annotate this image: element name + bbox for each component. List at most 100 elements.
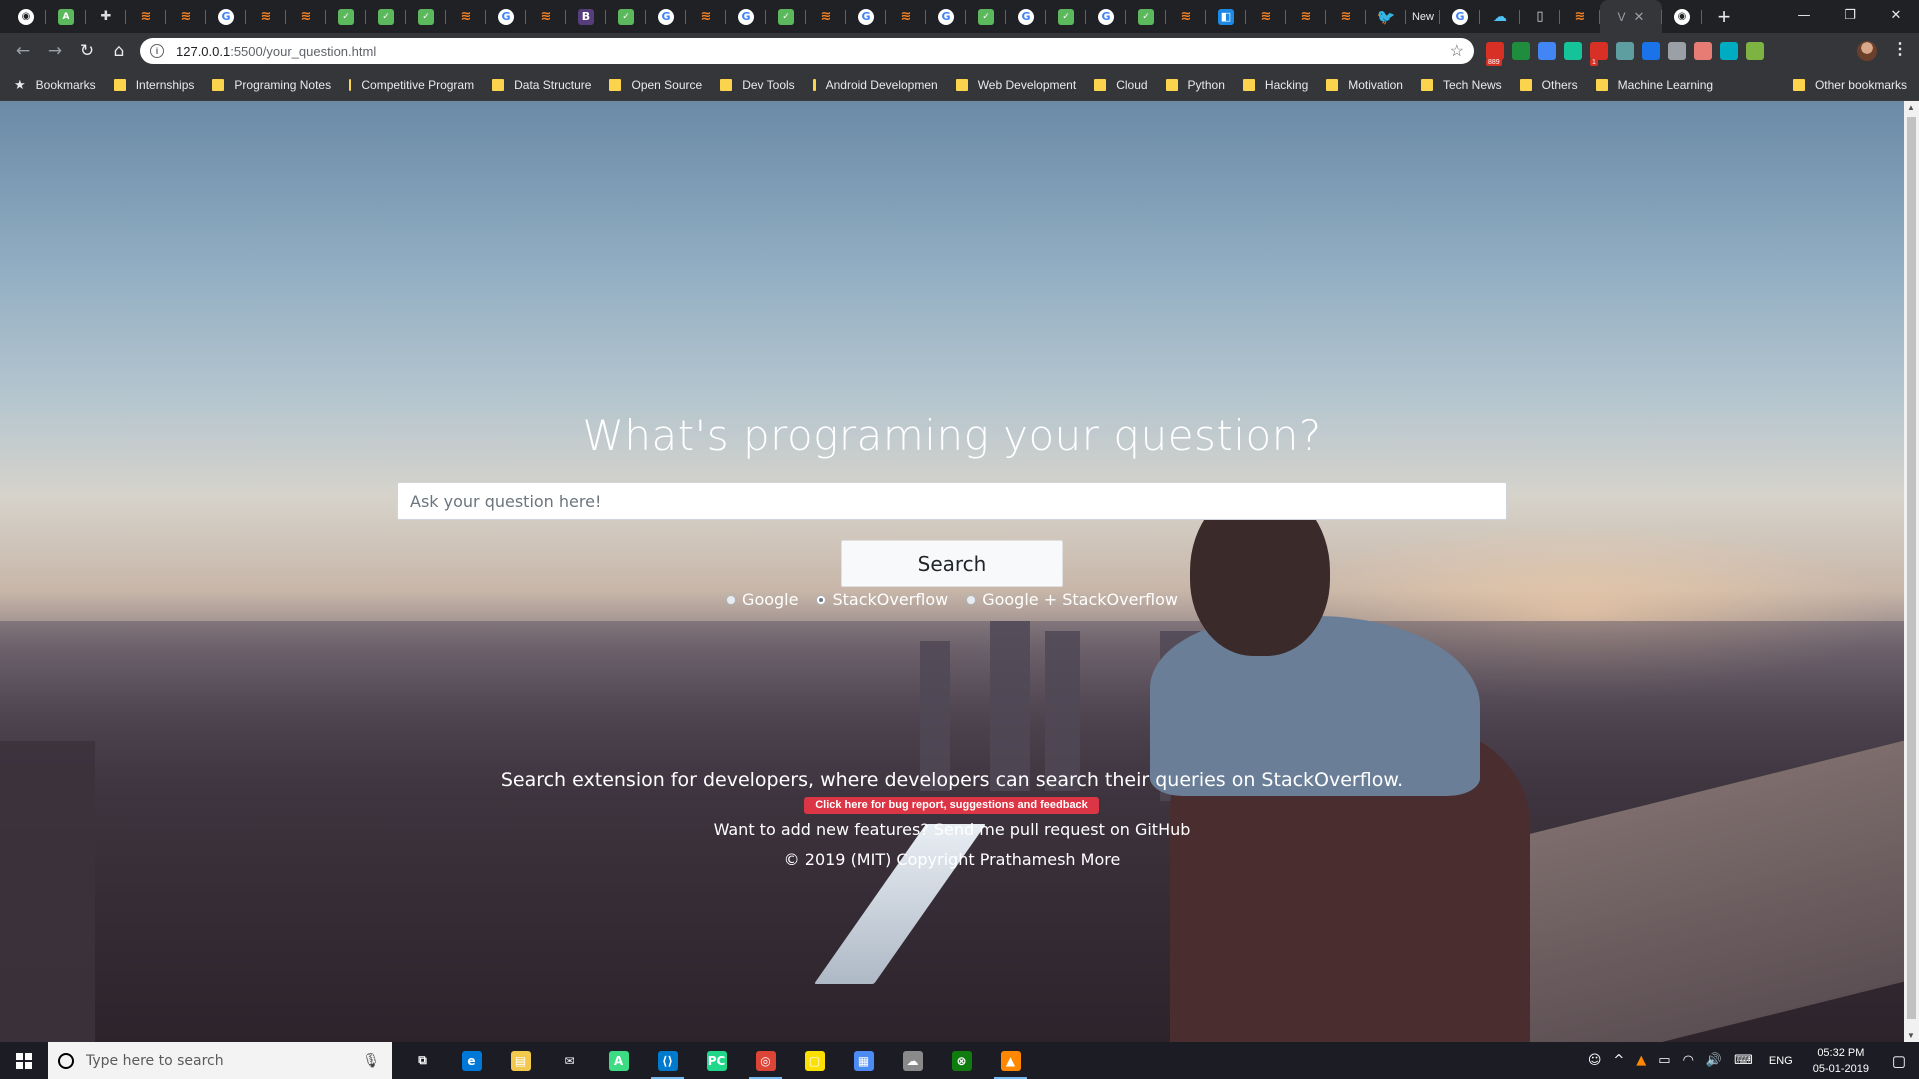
restore-button[interactable]: ❐	[1827, 0, 1873, 30]
taskbar-app[interactable]: PC	[692, 1042, 741, 1079]
address-bar[interactable]: i 127.0.0.1:5500/your_question.html ☆	[140, 38, 1474, 64]
leaf-extension-icon[interactable]	[1746, 42, 1764, 60]
taskbar-app[interactable]: ▦	[839, 1042, 888, 1079]
taskbar-search[interactable]: Type here to search 🎙	[48, 1042, 392, 1079]
browser-tab[interactable]: ✓	[406, 0, 446, 33]
radio-button[interactable]	[966, 594, 977, 605]
browser-tab[interactable]: ✓	[366, 0, 406, 33]
translate-icon[interactable]	[1538, 42, 1556, 60]
browser-tab[interactable]: ◧	[1206, 0, 1246, 33]
taskbar-app[interactable]: e	[447, 1042, 496, 1079]
browser-tab[interactable]: G	[926, 0, 966, 33]
profile-avatar[interactable]	[1857, 41, 1877, 61]
browser-tab[interactable]: 🐦	[1366, 0, 1406, 33]
browser-tab[interactable]: ≋	[886, 0, 926, 33]
volume-icon[interactable]: 🔊	[1706, 1053, 1722, 1068]
page-scrollbar[interactable]: ▲ ▼	[1904, 101, 1919, 1042]
taskbar-app[interactable]: ⟨⟩	[643, 1042, 692, 1079]
bookmark-folder[interactable]: Tech News	[1420, 78, 1502, 92]
taskbar-app[interactable]: ☁	[888, 1042, 937, 1079]
vlc-tray-icon[interactable]: ▲	[1636, 1053, 1646, 1068]
browser-tab[interactable]: ✓	[766, 0, 806, 33]
search-option[interactable]: StackOverflow	[816, 590, 948, 609]
m-extension-icon[interactable]	[1720, 42, 1738, 60]
taskbar-app[interactable]: ▲	[986, 1042, 1035, 1079]
people-icon[interactable]: ☺	[1588, 1053, 1602, 1068]
start-button[interactable]	[0, 1042, 48, 1079]
contribute-text[interactable]: Want to add new features? Send me pull r…	[0, 820, 1904, 839]
bookmark-folder[interactable]: Data Structure	[492, 78, 591, 92]
browser-tab[interactable]: ≋	[1246, 0, 1286, 33]
browser-tab[interactable]: ≋	[1560, 0, 1600, 33]
language-indicator[interactable]: ENG	[1769, 1055, 1793, 1067]
forward-button[interactable]: →	[40, 36, 70, 66]
mic-extension-icon[interactable]	[1694, 42, 1712, 60]
minimize-button[interactable]: —	[1781, 0, 1827, 30]
taskbar-app[interactable]: ⧉	[398, 1042, 447, 1079]
browser-tab[interactable]: G	[726, 0, 766, 33]
bookmark-folder[interactable]: Machine Learning	[1595, 78, 1713, 92]
browser-tab[interactable]: A	[46, 0, 86, 33]
browser-tab[interactable]: ◉	[6, 0, 46, 33]
bookmark-folder[interactable]: Open Source	[609, 78, 702, 92]
browser-tab[interactable]: ✚	[86, 0, 126, 33]
browser-tab[interactable]: ✓	[1126, 0, 1166, 33]
browser-tab[interactable]: ✓	[326, 0, 366, 33]
browser-tab[interactable]: ✓	[1046, 0, 1086, 33]
browser-tab-active[interactable]: V ✕	[1600, 0, 1662, 33]
taskbar-app[interactable]: ⊗	[937, 1042, 986, 1079]
taskbar-app[interactable]: ▤	[496, 1042, 545, 1079]
bookmark-folder[interactable]: Motivation	[1326, 78, 1403, 92]
site-info-icon[interactable]: i	[150, 44, 164, 58]
radio-button[interactable]	[726, 594, 737, 605]
bookmark-folder[interactable]: Competitive Program	[349, 78, 474, 92]
browser-tab[interactable]: G	[1440, 0, 1480, 33]
taskbar-app[interactable]: ◎	[741, 1042, 790, 1079]
cloud-extension-icon[interactable]	[1668, 42, 1686, 60]
clock[interactable]: 05:32 PM 05-01-2019	[1813, 1045, 1869, 1077]
close-tab-icon[interactable]: ✕	[1634, 9, 1645, 25]
notification-icon[interactable]: ▢	[1879, 1042, 1919, 1079]
browser-tab[interactable]: G	[646, 0, 686, 33]
extension-icon[interactable]	[1616, 42, 1634, 60]
browser-tab[interactable]: ≋	[1326, 0, 1366, 33]
browser-tab[interactable]: ◉	[1662, 0, 1702, 33]
browser-tab[interactable]: ≋	[246, 0, 286, 33]
browser-tab[interactable]: ≋	[1286, 0, 1326, 33]
browser-tab[interactable]: G	[206, 0, 246, 33]
browser-tab[interactable]: G	[1086, 0, 1126, 33]
taskbar-app[interactable]: A	[594, 1042, 643, 1079]
browser-tab[interactable]: ≋	[286, 0, 326, 33]
window-extension-icon[interactable]	[1642, 42, 1660, 60]
calendar-extension-icon[interactable]: 1	[1590, 42, 1608, 66]
show-hidden-icons-icon[interactable]: ^	[1613, 1053, 1624, 1068]
browser-tab[interactable]: ▯	[1520, 0, 1560, 33]
bookmark-folder[interactable]: Dev Tools	[720, 78, 795, 92]
bookmarks-button[interactable]: ★ Bookmarks	[14, 77, 96, 93]
browser-tab[interactable]: ✓	[606, 0, 646, 33]
new-tab-button[interactable]: +	[1710, 3, 1738, 31]
bookmark-folder[interactable]: Others	[1519, 78, 1578, 92]
bookmark-folder[interactable]: Web Development	[955, 78, 1076, 92]
taskbar-app[interactable]: ✉	[545, 1042, 594, 1079]
browser-tab[interactable]: ≋	[526, 0, 566, 33]
close-window-button[interactable]: ✕	[1873, 0, 1919, 30]
grammarly-icon[interactable]	[1564, 42, 1582, 60]
bookmark-folder[interactable]: Hacking	[1242, 78, 1308, 92]
scroll-down-icon[interactable]: ▼	[1907, 1031, 1915, 1040]
browser-tab[interactable]: ≋	[806, 0, 846, 33]
scroll-up-icon[interactable]: ▲	[1907, 103, 1915, 112]
question-input[interactable]	[397, 482, 1507, 520]
browser-tab[interactable]: ≋	[686, 0, 726, 33]
reload-button[interactable]: ↻	[72, 36, 102, 66]
browser-tab[interactable]: G	[1006, 0, 1046, 33]
search-option[interactable]: Google + StackOverflow	[966, 590, 1178, 609]
bookmark-star-icon[interactable]: ☆	[1450, 41, 1464, 61]
keyboard-icon[interactable]: ⌨	[1734, 1053, 1753, 1068]
scroll-thumb[interactable]	[1907, 117, 1916, 1019]
browser-tab[interactable]: ≋	[1166, 0, 1206, 33]
bookmark-folder[interactable]: Internships	[113, 78, 194, 92]
browser-tab[interactable]: ✓	[966, 0, 1006, 33]
flag-extension-icon[interactable]	[1512, 42, 1530, 60]
browser-tab[interactable]: ≋	[166, 0, 206, 33]
